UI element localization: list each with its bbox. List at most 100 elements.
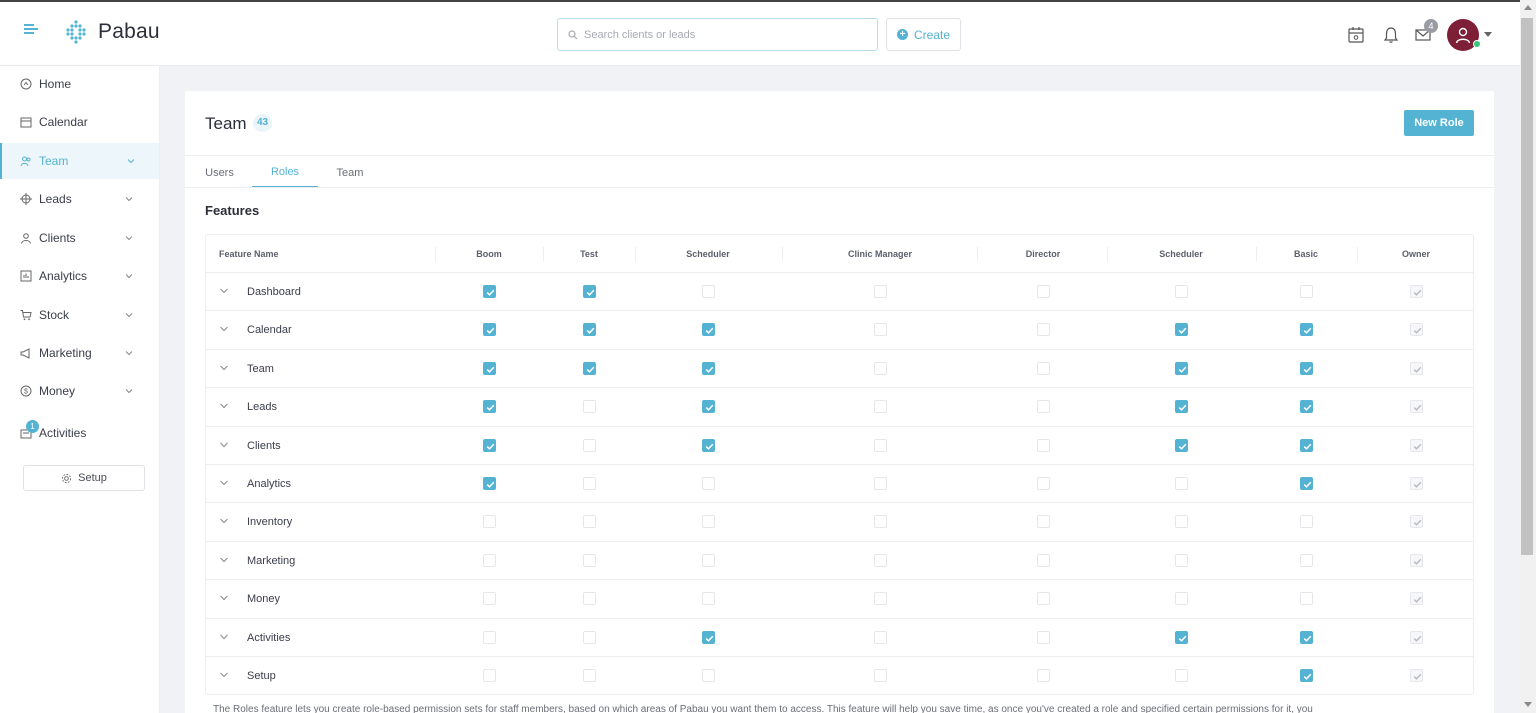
permission-checkbox[interactable] xyxy=(702,362,715,375)
permission-checkbox[interactable] xyxy=(1175,669,1188,682)
permission-checkbox[interactable] xyxy=(583,554,596,567)
permission-checkbox[interactable] xyxy=(483,592,496,605)
chevron-down-icon[interactable] xyxy=(219,478,229,488)
sidebar-item-home[interactable]: Home xyxy=(0,66,159,102)
permission-checkbox[interactable] xyxy=(583,400,596,413)
permission-checkbox[interactable] xyxy=(1037,285,1050,298)
permission-checkbox[interactable] xyxy=(874,554,887,567)
permission-checkbox[interactable] xyxy=(483,477,496,490)
sidebar-item-leads[interactable]: Leads xyxy=(0,181,159,217)
permission-checkbox[interactable] xyxy=(1037,400,1050,413)
chevron-down-icon[interactable] xyxy=(219,401,229,411)
permission-checkbox[interactable] xyxy=(702,592,715,605)
permission-checkbox[interactable] xyxy=(702,323,715,336)
permission-checkbox[interactable] xyxy=(874,592,887,605)
permission-checkbox[interactable] xyxy=(483,323,496,336)
permission-checkbox[interactable] xyxy=(483,554,496,567)
permission-checkbox[interactable] xyxy=(583,669,596,682)
sidebar-item-marketing[interactable]: Marketing xyxy=(0,335,159,371)
permission-checkbox[interactable] xyxy=(702,285,715,298)
permission-checkbox[interactable] xyxy=(583,592,596,605)
create-button[interactable]: + Create xyxy=(886,18,961,51)
chevron-down-icon[interactable] xyxy=(219,632,229,642)
scroll-down-arrow-icon[interactable] xyxy=(1524,702,1532,707)
permission-checkbox[interactable] xyxy=(1175,592,1188,605)
sidebar-item-activities[interactable]: Activities xyxy=(0,415,159,451)
setup-button[interactable]: Setup xyxy=(23,465,145,491)
permission-checkbox[interactable] xyxy=(874,477,887,490)
permission-checkbox[interactable] xyxy=(583,323,596,336)
permission-checkbox[interactable] xyxy=(1175,400,1188,413)
column-header-role[interactable]: Director xyxy=(983,235,1103,273)
permission-checkbox[interactable] xyxy=(1300,669,1313,682)
permission-checkbox[interactable] xyxy=(483,439,496,452)
sidebar-item-clients[interactable]: Clients xyxy=(0,220,159,256)
permission-checkbox[interactable] xyxy=(583,362,596,375)
search-box[interactable] xyxy=(557,18,878,51)
permission-checkbox[interactable] xyxy=(1175,477,1188,490)
permission-checkbox[interactable] xyxy=(1300,554,1313,567)
tab-roles[interactable]: Roles xyxy=(252,157,318,188)
column-header-role[interactable]: Scheduler xyxy=(648,235,768,273)
permission-checkbox[interactable] xyxy=(1300,477,1313,490)
chevron-down-icon[interactable] xyxy=(219,555,229,565)
permission-checkbox[interactable] xyxy=(1037,592,1050,605)
sidebar-item-calendar[interactable]: Calendar xyxy=(0,104,159,140)
permission-checkbox[interactable] xyxy=(1037,631,1050,644)
permission-checkbox[interactable] xyxy=(874,323,887,336)
scroll-up-arrow-icon[interactable] xyxy=(1524,5,1532,10)
column-header-role[interactable]: Scheduler xyxy=(1121,235,1241,273)
permission-checkbox[interactable] xyxy=(483,515,496,528)
permission-checkbox[interactable] xyxy=(702,477,715,490)
logo[interactable]: Pabau xyxy=(62,18,160,46)
sidebar-item-team[interactable]: Team xyxy=(0,143,159,179)
calendar-star-icon[interactable] xyxy=(1347,26,1365,44)
permission-checkbox[interactable] xyxy=(1300,400,1313,413)
permission-checkbox[interactable] xyxy=(583,439,596,452)
permission-checkbox[interactable] xyxy=(702,515,715,528)
permission-checkbox[interactable] xyxy=(483,285,496,298)
permission-checkbox[interactable] xyxy=(1175,554,1188,567)
permission-checkbox[interactable] xyxy=(1037,477,1050,490)
search-input[interactable] xyxy=(584,29,864,41)
chevron-down-icon[interactable] xyxy=(219,670,229,680)
permission-checkbox[interactable] xyxy=(874,439,887,452)
permission-checkbox[interactable] xyxy=(702,669,715,682)
permission-checkbox[interactable] xyxy=(702,631,715,644)
caret-down-icon[interactable] xyxy=(1484,32,1492,37)
column-header-role[interactable]: Owner xyxy=(1356,235,1476,273)
permission-checkbox[interactable] xyxy=(1300,285,1313,298)
sidebar-item-stock[interactable]: Stock xyxy=(0,297,159,333)
permission-checkbox[interactable] xyxy=(1037,669,1050,682)
permission-checkbox[interactable] xyxy=(1175,631,1188,644)
permission-checkbox[interactable] xyxy=(874,669,887,682)
permission-checkbox[interactable] xyxy=(583,515,596,528)
column-header-role[interactable]: Test xyxy=(529,235,649,273)
permission-checkbox[interactable] xyxy=(874,631,887,644)
chevron-down-icon[interactable] xyxy=(219,363,229,373)
permission-checkbox[interactable] xyxy=(1175,439,1188,452)
permission-checkbox[interactable] xyxy=(1037,323,1050,336)
column-header-role[interactable]: Clinic Manager xyxy=(820,235,940,273)
chevron-down-icon[interactable] xyxy=(219,593,229,603)
tab-team[interactable]: Team xyxy=(335,157,365,188)
chevron-down-icon[interactable] xyxy=(219,516,229,526)
permission-checkbox[interactable] xyxy=(1175,362,1188,375)
permission-checkbox[interactable] xyxy=(1037,554,1050,567)
permission-checkbox[interactable] xyxy=(1037,515,1050,528)
permission-checkbox[interactable] xyxy=(1037,362,1050,375)
permission-checkbox[interactable] xyxy=(1300,362,1313,375)
permission-checkbox[interactable] xyxy=(874,362,887,375)
scrollbar-thumb[interactable] xyxy=(1521,18,1533,555)
bell-icon[interactable] xyxy=(1382,26,1400,44)
permission-checkbox[interactable] xyxy=(1300,592,1313,605)
permission-checkbox[interactable] xyxy=(483,669,496,682)
permission-checkbox[interactable] xyxy=(1300,631,1313,644)
permission-checkbox[interactable] xyxy=(583,631,596,644)
permission-checkbox[interactable] xyxy=(583,285,596,298)
permission-checkbox[interactable] xyxy=(702,554,715,567)
permission-checkbox[interactable] xyxy=(1037,439,1050,452)
chevron-down-icon[interactable] xyxy=(219,440,229,450)
permission-checkbox[interactable] xyxy=(702,400,715,413)
permission-checkbox[interactable] xyxy=(874,400,887,413)
